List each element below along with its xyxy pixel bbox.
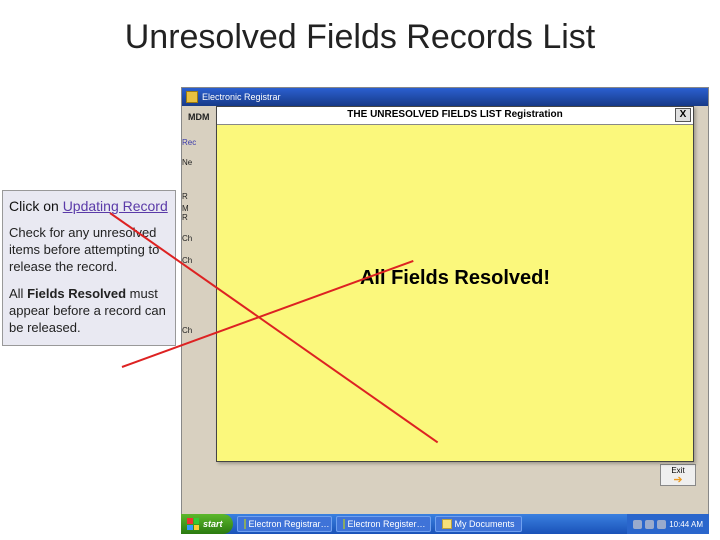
app-body: MDM Rec Ne R M R Ch Ch Ch Exit ➔ THE UNR… xyxy=(182,106,708,514)
callout-line-2: Check for any unresolved items before at… xyxy=(9,225,169,276)
start-button[interactable]: start xyxy=(181,514,233,534)
tray-icon[interactable] xyxy=(645,520,654,529)
taskbar-item[interactable]: Electron Register… xyxy=(336,516,431,532)
callout-line-1: Click on Updating Record xyxy=(9,197,169,215)
taskbar-item-icon xyxy=(343,519,345,529)
tray-icon[interactable] xyxy=(657,520,666,529)
callout-text: Click on xyxy=(9,198,63,214)
exit-button[interactable]: Exit ➔ xyxy=(660,464,696,486)
side-label: Ch xyxy=(182,326,192,335)
side-label: R xyxy=(182,192,188,201)
app-titlebar: Electronic Registrar xyxy=(182,88,708,106)
app-screenshot: Electronic Registrar MDM Rec Ne R M R Ch… xyxy=(181,87,709,515)
callout-line-3: All Fields Resolved must appear before a… xyxy=(9,286,169,337)
callout-text: All xyxy=(9,286,27,301)
taskbar-item-label: Electron Registrar… xyxy=(249,519,330,529)
tray-icon[interactable] xyxy=(633,520,642,529)
side-label: Rec xyxy=(182,138,196,147)
folder-icon xyxy=(442,519,452,529)
callout-bold: Fields Resolved xyxy=(27,286,126,301)
slide: Unresolved Fields Records List Click on … xyxy=(0,0,720,540)
popup-close-button[interactable]: X xyxy=(675,108,691,122)
taskbar-item-label: My Documents xyxy=(455,519,515,529)
windows-logo-icon xyxy=(187,518,199,530)
side-label: Ch xyxy=(182,234,192,243)
popup-message: All Fields Resolved! xyxy=(217,267,693,290)
side-label: M R xyxy=(182,204,189,222)
unresolved-popup: THE UNRESOLVED FIELDS LIST Registration … xyxy=(216,106,694,462)
callout-box: Click on Updating Record Check for any u… xyxy=(2,190,176,346)
system-tray: 10:44 AM xyxy=(627,514,709,534)
popup-titlebar: THE UNRESOLVED FIELDS LIST Registration … xyxy=(217,107,693,125)
clock: 10:44 AM xyxy=(669,520,703,529)
taskbar: start Electron Registrar… Electron Regis… xyxy=(181,514,709,534)
mdm-label: MDM xyxy=(188,112,210,122)
app-icon xyxy=(186,91,198,103)
updating-record-link[interactable]: Updating Record xyxy=(63,198,168,214)
taskbar-item-icon xyxy=(244,519,246,529)
slide-title: Unresolved Fields Records List xyxy=(0,18,720,57)
exit-arrow-icon: ➔ xyxy=(673,475,682,485)
popup-title-text: THE UNRESOLVED FIELDS LIST Registration xyxy=(347,109,562,120)
start-label: start xyxy=(203,519,223,529)
taskbar-item[interactable]: Electron Registrar… xyxy=(237,516,332,532)
side-label: Ne xyxy=(182,158,192,167)
taskbar-item[interactable]: My Documents xyxy=(435,516,522,532)
app-title: Electronic Registrar xyxy=(202,92,281,102)
taskbar-item-label: Electron Register… xyxy=(348,519,426,529)
